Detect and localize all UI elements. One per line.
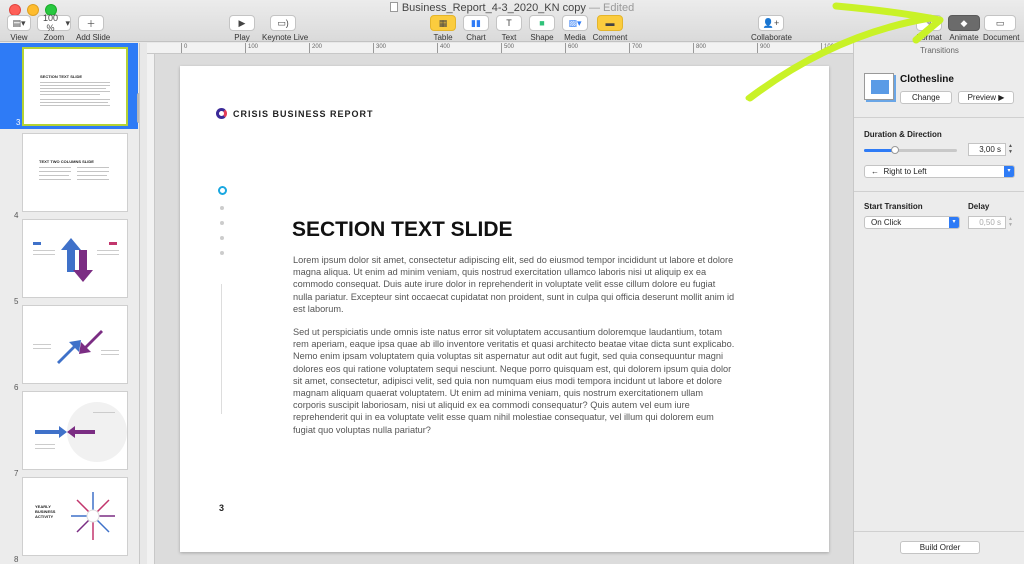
progress-dot	[220, 206, 224, 210]
slide-thumbnail-6[interactable]: 6	[0, 305, 138, 392]
slide-thumbnail-image: YEARLY BUSINESS ACTIVITY	[22, 477, 128, 556]
plus-icon: ＋	[78, 15, 104, 31]
animate-inspector: Transitions Clothesline Change Preview ▶…	[853, 43, 1024, 564]
slide-thumbnail-image	[22, 305, 128, 384]
animate-button[interactable]: ◆ Animate	[947, 15, 981, 42]
slide-thumbnail-image: TEXT TWO COLUMNS SLIDE	[22, 133, 128, 212]
arrows-graphic	[33, 330, 119, 364]
format-button[interactable]: ✎ Format	[914, 15, 944, 42]
progress-dot	[220, 251, 224, 255]
chevron-down-icon: ▾	[1004, 166, 1014, 177]
slide-thumbnail-image	[22, 391, 128, 470]
body-paragraph-1[interactable]: Lorem ipsum dolor sit amet, consectetur …	[293, 254, 737, 315]
keynote-doc-icon	[389, 2, 398, 12]
slide-thumbnail-3[interactable]: SECTION TEXT SLIDE 3	[0, 43, 138, 129]
keynote-live-button[interactable]: ▭) Keynote Live	[262, 15, 308, 42]
table-button[interactable]: ▦ Table	[429, 15, 457, 42]
slide-navigator[interactable]: SECTION TEXT SLIDE 3 TEXT TWO COLUMNS SL…	[0, 43, 140, 564]
document-title: Business_Report_4-3_2020_KN copy — Edite…	[0, 2, 1024, 14]
text-button[interactable]: T Text	[495, 15, 523, 42]
delay-stepper[interactable]: ▲ ▼	[1007, 216, 1014, 229]
table-icon: ▦	[430, 15, 456, 31]
change-transition-button[interactable]: Change	[900, 91, 952, 104]
text-icon: T	[496, 15, 522, 31]
collaborate-button[interactable]: 👤+ Collaborate	[751, 15, 792, 42]
chart-button[interactable]: ▮▮ Chart	[462, 15, 490, 42]
slide-thumbnail-8[interactable]: YEARLY BUSINESS ACTIVITY 8	[0, 477, 138, 564]
media-button[interactable]: ▨▾ Media	[561, 15, 589, 42]
chevron-down-icon: ▾	[949, 217, 959, 228]
arrows-graphic	[35, 402, 127, 462]
arrows-graphic	[33, 238, 119, 282]
brand-header: CRISIS BUSINESS REPORT	[216, 108, 374, 119]
horizontal-ruler: 0 100 200 300 400 500 600 700 800 900 10…	[147, 43, 853, 54]
preview-button[interactable]: Preview ▶	[958, 91, 1014, 104]
media-icon: ▨▾	[562, 15, 588, 31]
slide-thumbnail-5[interactable]: 5	[0, 219, 138, 306]
keynote-live-icon: ▭)	[270, 15, 296, 31]
add-slide-button[interactable]: ＋ Add Slide	[76, 15, 110, 42]
comment-button[interactable]: ▬ Comment	[592, 15, 628, 42]
zoom-value: 100 % ▾	[37, 13, 71, 33]
build-order-button[interactable]: Build Order	[900, 541, 980, 554]
radial-graphic	[71, 492, 115, 540]
direction-select[interactable]: ← Right to Left ▾	[864, 165, 1015, 178]
slide-thumbnail-image	[22, 219, 128, 298]
collaborate-icon: 👤+	[758, 15, 784, 31]
slide-thumbnail-image: SECTION TEXT SLIDE	[22, 47, 128, 126]
brand-logo-icon	[216, 108, 227, 119]
progress-dot-active	[218, 186, 227, 195]
transition-name: Clothesline	[900, 74, 954, 85]
sidebar-icon: ▤▾	[7, 15, 31, 31]
zoom-dropdown[interactable]: 100 % ▾ Zoom	[36, 13, 72, 42]
transitions-tab[interactable]: Transitions	[854, 46, 1024, 55]
slide-page-number: 3	[219, 503, 225, 513]
comment-icon: ▬	[597, 15, 623, 31]
shape-button[interactable]: ■ Shape	[528, 15, 556, 42]
duration-slider-knob[interactable]	[890, 146, 899, 154]
navigator-scrollbar[interactable]	[137, 93, 139, 123]
progress-dot	[220, 221, 224, 225]
view-button[interactable]: ▤▾ View	[6, 15, 32, 42]
document-icon: ▭	[984, 15, 1016, 31]
slide-thumbnail-4[interactable]: TEXT TWO COLUMNS SLIDE 4	[0, 133, 138, 220]
duration-field[interactable]: 3,00 s	[968, 143, 1006, 156]
slide-title[interactable]: SECTION TEXT SLIDE	[292, 218, 513, 242]
delay-field[interactable]: 0,50 s	[968, 216, 1006, 229]
chart-icon: ▮▮	[463, 15, 489, 31]
arrow-left-icon: ←	[871, 167, 879, 176]
divider-line	[221, 284, 222, 414]
play-icon: ▶	[998, 93, 1005, 102]
play-icon: ▶	[229, 15, 255, 31]
duration-slider[interactable]	[864, 146, 957, 154]
document-button[interactable]: ▭ Document	[983, 15, 1019, 42]
animate-icon: ◆	[948, 15, 980, 31]
play-button[interactable]: ▶ Play	[228, 15, 256, 42]
slide[interactable]: CRISIS BUSINESS REPORT SECTION TEXT SLID…	[180, 66, 829, 552]
body-paragraph-2[interactable]: Sed ut perspiciatis unde omnis iste natu…	[293, 326, 737, 436]
transition-thumbnail-icon	[864, 73, 894, 100]
window-toolbar: Business_Report_4-3_2020_KN copy — Edite…	[0, 0, 1024, 42]
start-transition-select[interactable]: On Click ▾	[864, 216, 960, 229]
slide-thumbnail-7[interactable]: 7	[0, 391, 138, 478]
section-progress	[216, 186, 228, 266]
progress-dot	[220, 236, 224, 240]
vertical-ruler	[147, 54, 155, 564]
shape-icon: ■	[529, 15, 555, 31]
duration-stepper[interactable]: ▲ ▼	[1007, 143, 1014, 156]
format-icon: ✎	[916, 15, 942, 31]
